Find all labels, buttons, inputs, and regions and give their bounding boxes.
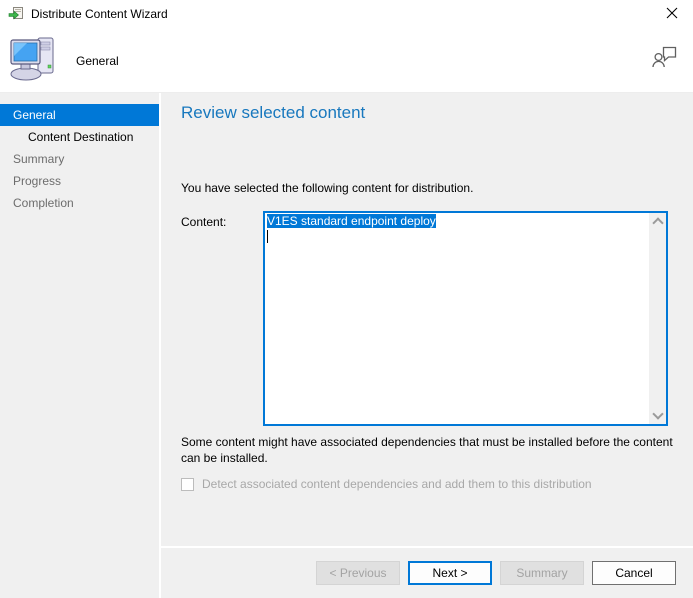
general-page: Review selected content You have selecte… — [161, 93, 693, 546]
sidebar-item-content-destination[interactable]: Content Destination — [0, 126, 159, 148]
header-page-label: General — [76, 54, 119, 68]
detect-dependencies-checkbox — [181, 478, 194, 491]
close-button[interactable] — [661, 4, 683, 24]
cancel-button[interactable]: Cancel — [592, 561, 676, 585]
summary-button: Summary — [500, 561, 584, 585]
content-label: Content: — [181, 215, 226, 229]
intro-text: You have selected the following content … — [181, 181, 473, 195]
feedback-button[interactable] — [652, 46, 677, 71]
wizard-footer: < Previous Next > Summary Cancel — [161, 546, 693, 598]
titlebar[interactable]: Distribute Content Wizard — [0, 0, 693, 28]
content-item-selected[interactable]: V1ES standard endpoint deploy — [267, 214, 436, 228]
content-listbox[interactable]: V1ES standard endpoint deploy — [263, 211, 668, 426]
next-button[interactable]: Next > — [408, 561, 492, 585]
text-caret-line — [267, 229, 649, 244]
window-title: Distribute Content Wizard — [31, 7, 168, 21]
detect-dependencies-label: Detect associated content dependencies a… — [202, 477, 592, 491]
main-column: Review selected content You have selecte… — [161, 93, 693, 598]
sidebar-item-label: Completion — [13, 196, 74, 210]
sidebar-item-progress: Progress — [0, 170, 159, 192]
sidebar-item-summary: Summary — [0, 148, 159, 170]
wizard-header: General — [0, 28, 693, 93]
sidebar-item-completion: Completion — [0, 192, 159, 214]
wizard-body: General Content Destination Summary Prog… — [0, 93, 693, 598]
scrollbar-track[interactable] — [649, 230, 666, 407]
distribute-content-icon — [8, 6, 24, 22]
sidebar-item-label: Content Destination — [28, 130, 133, 144]
previous-button: < Previous — [316, 561, 400, 585]
content-scrollbar[interactable] — [649, 213, 666, 424]
wizard-steps-sidebar: General Content Destination Summary Prog… — [0, 93, 159, 598]
close-icon — [666, 7, 678, 22]
scroll-down-button[interactable] — [649, 407, 666, 424]
distribute-content-wizard-window: Distribute Content Wizard — [0, 0, 693, 598]
computer-icon — [9, 36, 57, 87]
sidebar-item-general[interactable]: General — [0, 104, 159, 126]
detect-dependencies-row: Detect associated content dependencies a… — [181, 477, 592, 491]
chevron-up-icon — [652, 217, 663, 228]
content-list: V1ES standard endpoint deploy — [265, 213, 649, 424]
sidebar-item-label: Summary — [13, 152, 64, 166]
sidebar-item-label: General — [13, 108, 56, 122]
feedback-person-icon — [652, 56, 677, 71]
sidebar-item-label: Progress — [13, 174, 61, 188]
scroll-up-button[interactable] — [649, 213, 666, 230]
dependency-note: Some content might have associated depen… — [181, 434, 678, 466]
text-caret — [267, 230, 268, 243]
page-title: Review selected content — [181, 103, 365, 123]
chevron-down-icon — [652, 408, 663, 419]
